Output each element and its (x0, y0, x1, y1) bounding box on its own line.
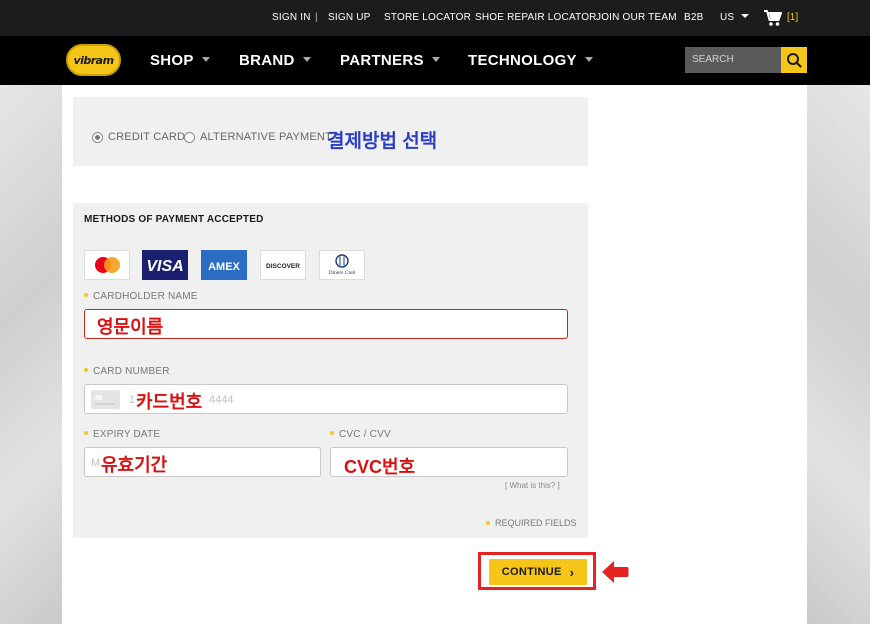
expiry-date-annotation: 유효기간 (101, 455, 168, 475)
required-dot (330, 431, 334, 436)
cvc-label: CVC / CVV (330, 429, 391, 440)
visa-logo-text: VISA (146, 258, 183, 275)
nav-item-label: BRAND (239, 52, 295, 69)
chevron-down-icon (302, 56, 311, 62)
region-selector[interactable]: US (720, 12, 750, 23)
card-number-annotation: 카드번호 (136, 392, 203, 412)
required-dot (84, 293, 88, 298)
sign-in-link[interactable]: SIGN IN (272, 12, 311, 23)
topbar-divider: | (315, 12, 318, 23)
chevron-right-icon: › (569, 564, 575, 580)
discover-logo-text: DISCOVER (266, 263, 300, 270)
arrow-left-icon (602, 561, 629, 583)
diners-club-logo-text: Diners Club (329, 270, 356, 276)
nav-item-label: TECHNOLOGY (468, 52, 577, 69)
payment-method-annotation: 결제방법 선택 (327, 131, 438, 152)
region-label: US (720, 12, 735, 23)
cart-count-badge: [1] (787, 12, 799, 23)
nav-item-shop[interactable]: SHOP (150, 52, 210, 69)
nav-item-partners[interactable]: PARTNERS (340, 52, 440, 69)
chevron-down-icon (584, 56, 593, 62)
brand-logo[interactable]: vibram (66, 44, 121, 76)
mastercard-logo (84, 250, 130, 280)
chevron-down-icon (431, 56, 440, 62)
store-locator-link[interactable]: STORE LOCATOR (384, 12, 471, 23)
card-number-label: CARD NUMBER (84, 366, 170, 377)
background-texture-right (807, 85, 870, 624)
amex-logo: AMEX (201, 250, 247, 280)
background-texture-left (0, 85, 62, 624)
required-fields-text: REQUIRED FIELDS (495, 518, 577, 528)
visa-logo: VISA (142, 250, 188, 280)
search-input[interactable]: SEARCH (685, 47, 781, 73)
sign-up-link[interactable]: SIGN UP (328, 12, 371, 23)
expiry-date-label: EXPIRY DATE (84, 429, 160, 440)
join-our-team-link[interactable]: JOIN OUR TEAM (596, 12, 677, 23)
cardholder-name-label: CARDHOLDER NAME (84, 291, 198, 302)
methods-title: METHODS OF PAYMENT ACCEPTED (84, 214, 264, 225)
continue-button[interactable]: CONTINUE › (489, 559, 587, 585)
amex-logo-text: AMEX (208, 261, 240, 273)
credit-card-label[interactable]: CREDIT CARD (108, 131, 185, 143)
credit-card-icon (91, 390, 120, 409)
discover-logo: DISCOVER (260, 250, 306, 280)
nav-item-technology[interactable]: TECHNOLOGY (468, 52, 593, 69)
search-icon (787, 53, 802, 68)
main-nav: vibram SHOP BRAND PARTNERS TECHNOLOGY SE… (0, 36, 870, 85)
nav-item-label: SHOP (150, 52, 194, 69)
card-number-label-text: CARD NUMBER (93, 366, 170, 377)
card-number-placeholder-end: 4444 (209, 394, 234, 406)
utility-bar: SIGN IN | SIGN UP STORE LOCATOR SHOE REP… (0, 0, 870, 36)
cardholder-name-annotation: 영문이름 (97, 317, 164, 337)
expiry-date-label-text: EXPIRY DATE (93, 429, 161, 440)
required-dot (84, 431, 88, 436)
nav-item-brand[interactable]: BRAND (239, 52, 311, 69)
cardholder-name-label-text: CARDHOLDER NAME (93, 291, 198, 302)
cvc-annotation: CVC번호 (344, 457, 416, 477)
alternative-payment-radio[interactable] (184, 132, 195, 143)
shoe-repair-locator-link[interactable]: SHOE REPAIR LOCATOR (475, 12, 597, 23)
search-button[interactable] (781, 47, 807, 73)
chevron-down-icon (741, 14, 750, 19)
credit-card-radio[interactable] (92, 132, 103, 143)
required-dot (486, 520, 490, 525)
logo-text: vibram (73, 53, 114, 67)
expiry-date-placeholder: M (91, 457, 101, 469)
what-is-this-link[interactable]: [ What is this? ] (505, 481, 560, 490)
card-number-placeholder-start: 1 (129, 394, 136, 406)
chevron-down-icon (201, 56, 210, 62)
required-fields-note: REQUIRED FIELDS (486, 518, 577, 528)
nav-item-label: PARTNERS (340, 52, 424, 69)
cart-icon[interactable] (763, 9, 783, 27)
cvc-label-text: CVC / CVV (339, 429, 391, 440)
alternative-payment-label[interactable]: ALTERNATIVE PAYMENT (200, 131, 332, 143)
b2b-link[interactable]: B2B (684, 12, 704, 23)
required-dot (84, 368, 88, 373)
diners-club-logo: Diners Club (319, 250, 365, 280)
continue-label: CONTINUE (501, 566, 562, 578)
